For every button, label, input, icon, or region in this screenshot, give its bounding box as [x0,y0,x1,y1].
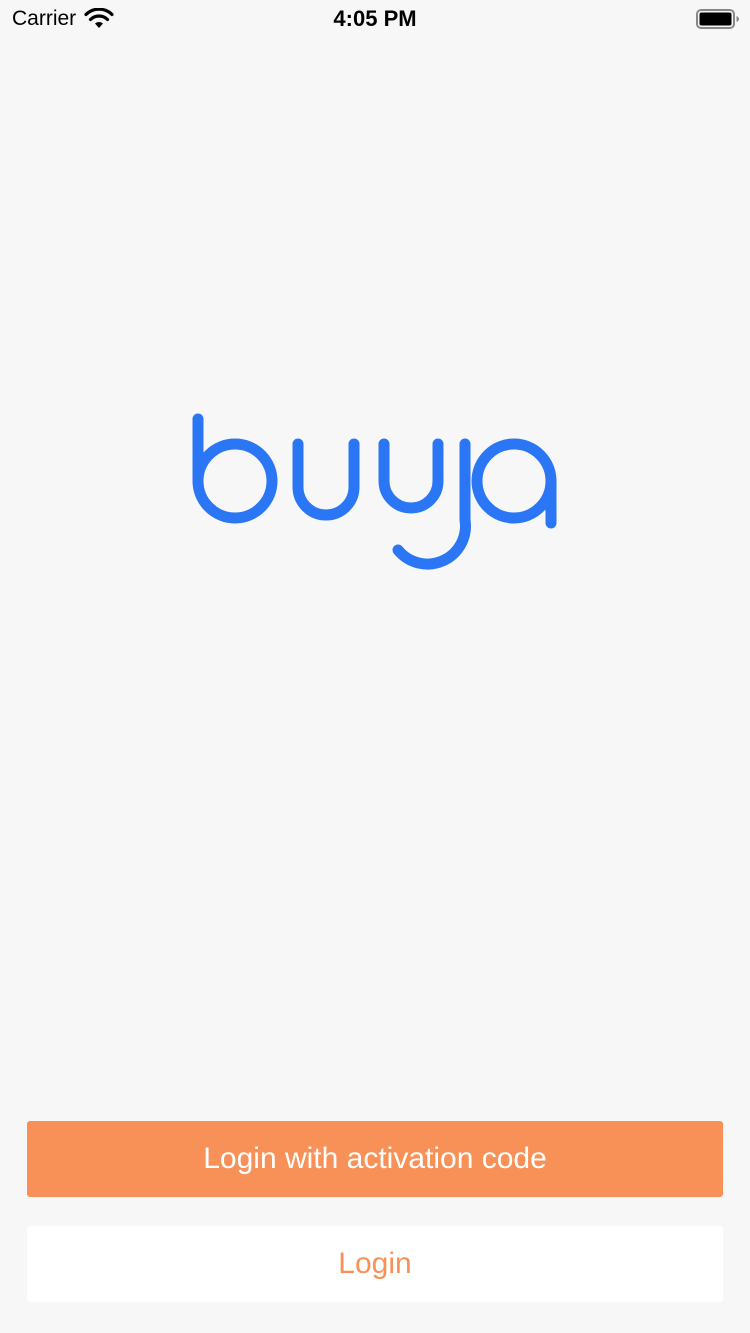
login-with-activation-code-button[interactable]: Login with activation code [27,1121,723,1197]
buya-logo [192,413,557,570]
login-button[interactable]: Login [27,1226,723,1302]
activation-button-label: Login with activation code [203,1142,547,1175]
clock: 4:05 PM [333,6,417,31]
battery-full-icon [696,9,739,29]
status-bar: Carrier 4:05 PM [0,0,750,40]
login-button-label: Login [338,1247,412,1280]
